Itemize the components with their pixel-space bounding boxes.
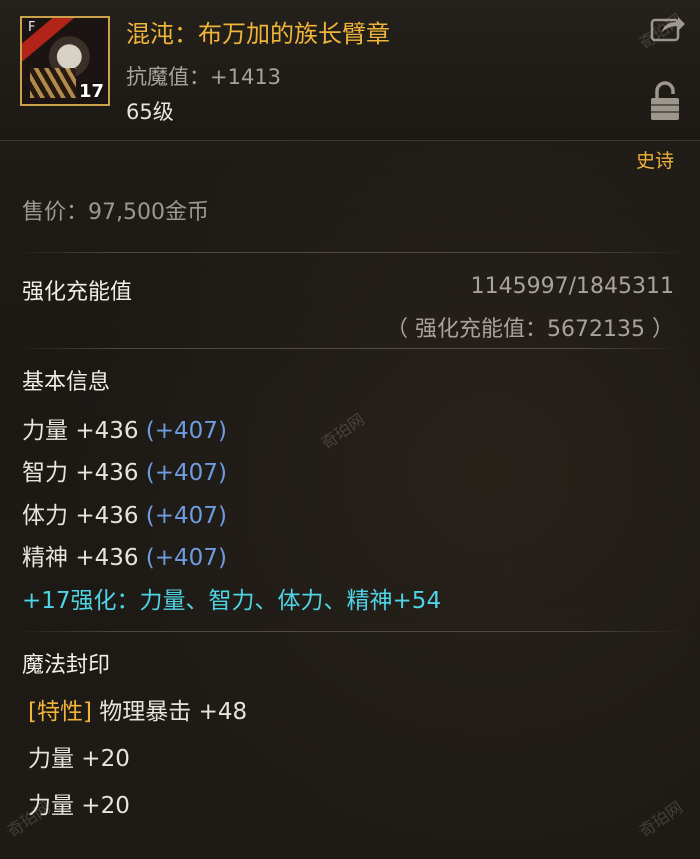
seal-tag: [特性] [28,699,92,725]
stat-row: 力量 +436 (+407) [22,411,227,445]
divider [14,348,686,349]
magic-seal-title: 魔法封印 [22,653,111,678]
divider [14,252,686,253]
stat-bonus: (+407) [145,460,227,486]
stat-row: 体力 +436 (+407) [22,496,227,530]
claw-decoration [30,68,76,98]
item-level: 65级 [126,100,174,124]
padlock-icon[interactable] [650,80,680,122]
item-icon[interactable]: F 17 [20,16,110,106]
price-label: 售价： [22,200,89,225]
item-grade: F [28,20,36,35]
item-enhance-level: 17 [78,81,104,102]
seal-text: 力量 +20 [28,746,130,772]
sell-price: 售价：97,500金币 [22,194,209,226]
seal-row: [特性] 物理暴击 +48 [28,692,247,726]
enhance-bonus-line: +17强化：力量、智力、体力、精神+54 [22,588,442,614]
charge-value: 1145997/1845311 [470,274,674,299]
basic-info-title: 基本信息 [22,370,111,395]
stat-value: +436 [75,418,139,444]
stat-value: +436 [75,460,139,486]
divider [14,631,686,632]
item-sub-stat: 抗魔值：+1413 [126,61,281,91]
watermark: 奇珀网 [317,409,368,453]
charge-label: 强化充能值 [22,280,133,305]
stat-row: 智力 +436 (+407) [22,453,227,487]
price-value: 97,500金币 [88,200,209,225]
stat-name: 智力 [22,460,68,486]
stat-value: +436 [75,545,139,571]
sub-stat-value: +1413 [210,65,282,89]
stat-value: +436 [75,503,139,529]
stat-bonus: (+407) [145,503,227,529]
item-header: F 17 混沌：布万加的族长臂章 抗魔值：+1413 65级 [0,0,700,141]
item-tooltip-panel: F 17 混沌：布万加的族长臂章 抗魔值：+1413 65级 史诗 售价：97,… [0,0,700,859]
seal-text: 物理暴击 +48 [91,699,248,725]
stat-bonus: (+407) [145,545,227,571]
charge-total: （ 强化充能值：5672135 ） [386,317,674,342]
stat-name: 精神 [22,545,68,571]
item-name: 混沌：布万加的族长臂章 [126,20,390,48]
sub-stat-label: 抗魔值： [126,65,210,89]
seal-row: 力量 +20 [28,739,130,773]
rarity-label: 史诗 [635,150,674,172]
stat-name: 力量 [22,418,68,444]
stat-bonus: (+407) [145,418,227,444]
stat-row: 精神 +436 (+407) [22,538,227,572]
stat-name: 体力 [22,503,68,529]
watermark: 奇珀网 [635,797,686,841]
